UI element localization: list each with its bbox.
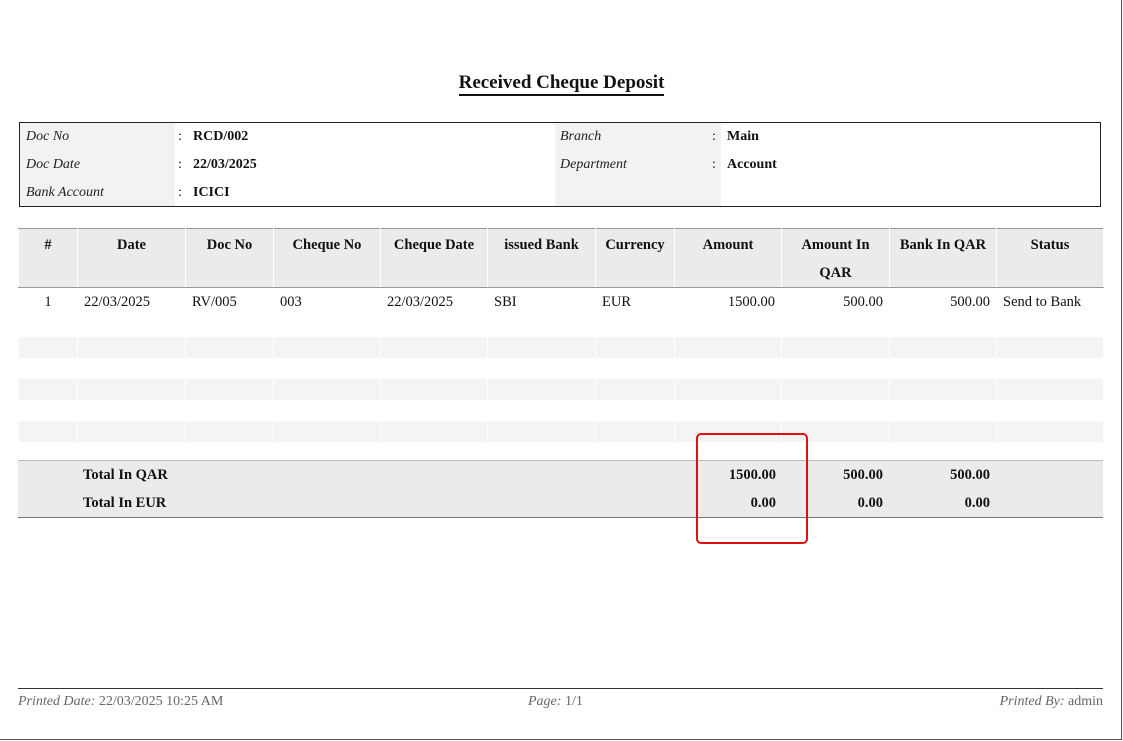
total-eur-label: Total In EUR bbox=[83, 495, 167, 511]
department-separator: : bbox=[712, 157, 716, 172]
empty-row bbox=[18, 358, 1104, 379]
doc-date-separator: : bbox=[178, 157, 182, 172]
total-eur-bank-in-qar: 0.00 bbox=[964, 495, 990, 511]
bank-account-value: ICICI bbox=[193, 185, 230, 200]
total-eur-amount-in-qar: 0.00 bbox=[857, 495, 883, 511]
amount-highlight-annotation bbox=[696, 433, 808, 544]
cheque-table: # Date Doc No Cheque No Cheque Date issu… bbox=[18, 228, 1104, 442]
total-qar-bank-in-qar: 500.00 bbox=[950, 467, 990, 483]
empty-row bbox=[18, 379, 1104, 400]
branch-value: Main bbox=[727, 129, 759, 144]
col-header-date: Date bbox=[77, 228, 186, 288]
cell-status: Send to Bank bbox=[996, 287, 1104, 316]
department-value: Account bbox=[727, 157, 777, 172]
info-labels-left: Doc No Doc Date Bank Account bbox=[20, 123, 175, 206]
doc-no-value: RCD/002 bbox=[193, 129, 249, 144]
cell-cheque-date: 22/03/2025 bbox=[380, 287, 488, 316]
totals-section: Total In QAR 1500.00 500.00 500.00 Total… bbox=[18, 460, 1103, 518]
department-label: Department bbox=[560, 157, 627, 172]
col-header-bank-in-qar: Bank In QAR bbox=[889, 228, 997, 288]
printed-date-value: 22/03/2025 10:25 AM bbox=[98, 694, 224, 709]
printed-date-label: Printed Date: bbox=[18, 694, 96, 709]
table-header-row: # Date Doc No Cheque No Cheque Date issu… bbox=[18, 228, 1104, 288]
printed-by-label: Printed By: bbox=[999, 694, 1065, 709]
branch-separator: : bbox=[712, 129, 716, 144]
total-qar-row: Total In QAR 1500.00 500.00 500.00 bbox=[18, 461, 1103, 489]
bank-account-separator: : bbox=[178, 185, 182, 200]
info-labels-right: Branch Department bbox=[555, 123, 721, 206]
col-header-amount-in-qar: Amount In QAR bbox=[781, 228, 890, 288]
empty-row bbox=[18, 400, 1104, 421]
page-value: 1/1 bbox=[564, 694, 583, 709]
total-qar-label: Total In QAR bbox=[83, 467, 168, 483]
doc-date-value: 22/03/2025 bbox=[193, 157, 257, 172]
col-header-issued-bank: issued Bank bbox=[487, 228, 596, 288]
footer-page: Page: 1/1 bbox=[528, 694, 583, 710]
branch-label: Branch bbox=[560, 129, 602, 144]
page-label: Page: bbox=[528, 694, 562, 709]
report-title: Received Cheque Deposit bbox=[0, 72, 1123, 96]
empty-row bbox=[18, 421, 1104, 442]
doc-no-separator: : bbox=[178, 129, 182, 144]
doc-no-label: Doc No bbox=[26, 129, 70, 144]
bank-account-label: Bank Account bbox=[26, 185, 104, 200]
cell-amount: 1500.00 bbox=[674, 287, 782, 316]
footer-divider bbox=[18, 688, 1103, 689]
cell-date: 22/03/2025 bbox=[77, 287, 186, 316]
col-header-index: # bbox=[18, 228, 78, 288]
cell-issued-bank: SBI bbox=[487, 287, 596, 316]
cell-index: 1 bbox=[18, 287, 78, 316]
table-row: 1 22/03/2025 RV/005 003 22/03/2025 SBI E… bbox=[18, 287, 1104, 316]
col-header-doc-no: Doc No bbox=[185, 228, 274, 288]
document-info-box: Doc No Doc Date Bank Account : : : RCD/0… bbox=[19, 122, 1101, 207]
footer-printed-date: Printed Date: 22/03/2025 10:25 AM bbox=[18, 694, 223, 710]
cell-bank-in-qar: 500.00 bbox=[889, 287, 997, 316]
col-header-cheque-no: Cheque No bbox=[273, 228, 381, 288]
doc-date-label: Doc Date bbox=[26, 157, 81, 172]
empty-row bbox=[18, 337, 1104, 358]
col-header-amount: Amount bbox=[674, 228, 782, 288]
total-qar-amount-in-qar: 500.00 bbox=[843, 467, 883, 483]
col-header-status: Status bbox=[996, 228, 1104, 288]
cell-amount-in-qar: 500.00 bbox=[781, 287, 890, 316]
col-header-cheque-date: Cheque Date bbox=[380, 228, 488, 288]
footer-printed-by: Printed By: admin bbox=[1000, 694, 1103, 710]
cell-cheque-no: 003 bbox=[273, 287, 381, 316]
cell-doc-no: RV/005 bbox=[185, 287, 274, 316]
col-header-currency: Currency bbox=[595, 228, 675, 288]
total-eur-row: Total In EUR 0.00 0.00 0.00 bbox=[18, 489, 1103, 517]
empty-row bbox=[18, 316, 1104, 337]
printed-by-value: admin bbox=[1068, 694, 1103, 709]
cell-currency: EUR bbox=[595, 287, 675, 316]
